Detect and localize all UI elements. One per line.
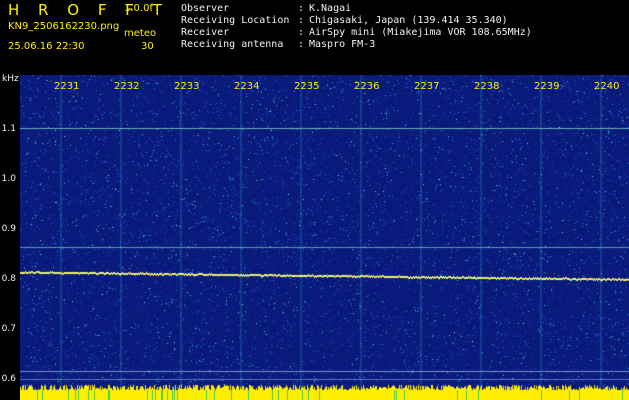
location-separator: : [298,15,305,26]
y-tick-label: 1.0 [1,174,16,184]
location-value: Chigasaki, Japan (139.414 35.340) [309,15,508,26]
hrofft-window: H R O F F T 1.0.0f KN9_2506162230.png 25… [0,0,629,400]
time-tick-label: 2231 [54,81,80,92]
time-tick-label: 2236 [354,81,380,92]
time-tick-label: 2232 [114,81,140,92]
time-tick-label: 2239 [534,81,560,92]
receiver-separator: : [298,27,305,38]
observer-label: Observer [181,3,230,14]
antenna-value: Maspro FM-3 [309,39,376,50]
time-tick-label: 2238 [474,81,500,92]
y-tick-label: 0.9 [1,224,16,234]
frequency-unit-label: kHz [2,74,19,84]
y-tick-label: 0.6 [1,374,16,384]
y-tick-label: 1.1 [1,124,16,134]
receiver-label: Receiver [181,27,230,38]
antenna-label: Receiving antenna [181,39,284,50]
time-tick-label: 2240 [594,81,620,92]
observer-value: K.Nagai [309,3,352,14]
spectrogram-canvas [20,75,629,400]
receiver-value: AirSpy mini (Miakejima VOR 108.65MHz) [309,27,532,38]
observer-separator: : [298,3,305,14]
time-tick-label: 2234 [234,81,260,92]
y-tick-label: 0.8 [1,274,16,284]
time-tick-label: 2233 [174,81,200,92]
filename-label: KN9_2506162230.png [8,21,120,32]
time-tick-label: 2237 [414,81,440,92]
time-tick-label: 2235 [294,81,320,92]
antenna-separator: : [298,39,305,50]
version-label: 1.0.0f [124,3,153,14]
location-label: Receiving Location [181,15,290,26]
meteo-value: 30 [141,41,154,52]
y-tick-label: 0.7 [1,324,16,334]
meteo-label: meteo [124,28,157,39]
datetime-label: 25.06.16 22:30 [8,41,85,52]
